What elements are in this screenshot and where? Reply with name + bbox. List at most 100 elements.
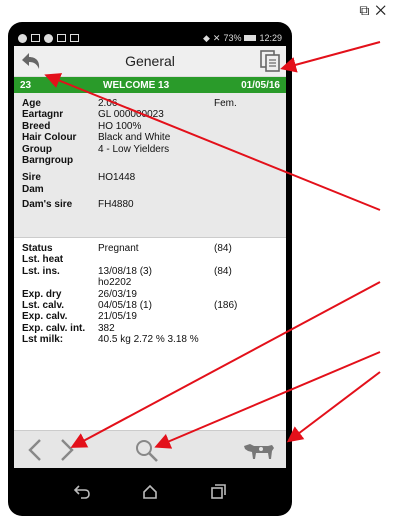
detail-row: Hair Colour Black and White bbox=[22, 132, 278, 143]
detail-label: Eartagnr bbox=[22, 109, 64, 121]
close-icon[interactable]: ✕ bbox=[375, 2, 392, 18]
status-extra bbox=[214, 334, 278, 345]
mail-icon bbox=[70, 34, 79, 42]
status-extra: (186) bbox=[214, 300, 238, 312]
detail-row: Sire HO1448 bbox=[22, 172, 278, 183]
status-extra: (84) bbox=[214, 243, 232, 254]
detail-extra: Fem. bbox=[214, 98, 237, 109]
status-extra bbox=[214, 289, 278, 300]
status-row: Lst. calv. 04/05/18 (1) (186) bbox=[22, 300, 278, 311]
animal-summary-bar: 23 WELCOME 13 01/05/16 bbox=[14, 77, 286, 93]
detail-label: Dam's sire bbox=[22, 199, 73, 211]
status-row: ho2202 bbox=[22, 277, 278, 288]
detail-extra bbox=[214, 144, 278, 155]
copy-document-icon[interactable] bbox=[258, 49, 282, 73]
status-value: Pregnant bbox=[98, 243, 139, 254]
detail-extra bbox=[214, 121, 278, 132]
status-row: Exp. dry 26/03/19 bbox=[22, 289, 278, 300]
detail-value: Black and White bbox=[98, 132, 171, 144]
status-value: 26/03/19 bbox=[98, 288, 137, 300]
detail-label: Group bbox=[22, 143, 52, 155]
signal-text: ✕ bbox=[212, 32, 221, 43]
notification-icon bbox=[31, 34, 40, 42]
detail-value: GL 000000023 bbox=[98, 109, 164, 121]
status-value: ho2202 bbox=[98, 277, 132, 289]
detail-extra bbox=[214, 155, 278, 166]
status-value bbox=[98, 254, 214, 265]
clock: 12:29 bbox=[259, 33, 282, 43]
status-label: Lst milk: bbox=[22, 334, 64, 346]
detail-extra bbox=[214, 109, 278, 120]
status-bar: ◆ ✕ 73% 12:29 bbox=[14, 30, 286, 46]
detail-row: Eartagnr GL 000000023 bbox=[22, 109, 278, 120]
detail-value: HO1448 bbox=[98, 172, 136, 184]
arrow-to-cow-icon bbox=[286, 371, 381, 443]
search-icon[interactable] bbox=[134, 438, 160, 464]
detail-extra bbox=[214, 132, 278, 143]
detail-row: Dam bbox=[22, 184, 278, 195]
battery-icon bbox=[244, 35, 257, 41]
status-value: 13/08/18 (3) bbox=[98, 265, 152, 277]
status-section: Status Pregnant (84) Lst. heat Lst. ins. 13… bbox=[14, 237, 286, 361]
wifi-icon: ◆ bbox=[202, 32, 210, 43]
detail-label: Barngroup bbox=[22, 155, 74, 167]
battery-percent: 73% bbox=[223, 33, 242, 43]
status-label: Lst. ins. bbox=[22, 265, 60, 277]
detail-row: Age 2.06 Fem. bbox=[22, 98, 278, 109]
notification-icon bbox=[18, 33, 27, 43]
chevron-right-icon[interactable] bbox=[58, 437, 76, 463]
bottom-toolbar bbox=[14, 430, 286, 468]
detail-value: 2.06 bbox=[98, 98, 118, 109]
status-label: Exp. calv. int. bbox=[22, 322, 86, 334]
detail-extra bbox=[214, 184, 278, 195]
animal-name: WELCOME 13 bbox=[103, 79, 170, 91]
home-icon[interactable] bbox=[140, 482, 160, 502]
system-back-icon[interactable] bbox=[72, 482, 92, 502]
status-row: Lst. heat bbox=[22, 254, 278, 265]
back-arrow-icon[interactable] bbox=[18, 49, 44, 73]
status-row: Exp. calv. int. 382 bbox=[22, 323, 278, 334]
detail-row: Barngroup bbox=[22, 155, 278, 166]
recents-icon[interactable] bbox=[208, 482, 228, 502]
status-label: Status bbox=[22, 243, 53, 254]
status-label: Exp. calv. bbox=[22, 311, 68, 323]
detail-value bbox=[98, 155, 214, 166]
status-row: Status Pregnant (84) bbox=[22, 243, 278, 254]
detail-label: Age bbox=[22, 98, 41, 109]
status-label: Exp. dry bbox=[22, 288, 62, 300]
detail-value: FH4880 bbox=[98, 199, 134, 211]
cow-icon[interactable] bbox=[242, 440, 276, 462]
title-bar: General bbox=[14, 46, 286, 77]
status-row: Exp. calv. 21/05/19 bbox=[22, 311, 278, 322]
window-controls: ⧉✕ bbox=[359, 2, 392, 19]
detail-extra bbox=[214, 199, 278, 210]
app-screen: ◆ ✕ 73% 12:29 General 23 WELCOME 13 01/0… bbox=[14, 30, 286, 468]
status-value: 382 bbox=[98, 322, 115, 334]
status-label: Lst. heat bbox=[22, 254, 64, 266]
chevron-left-icon[interactable] bbox=[26, 437, 44, 463]
detail-value: 4 - Low Yielders bbox=[98, 143, 170, 155]
status-value: 40.5 kg 2.72 % 3.18 % bbox=[98, 334, 199, 346]
status-extra bbox=[214, 311, 278, 322]
status-extra bbox=[214, 254, 278, 265]
status-row: Lst milk: 40.5 kg 2.72 % 3.18 % bbox=[22, 334, 278, 345]
resize-icon[interactable]: ⧉ bbox=[359, 2, 375, 18]
notification-icon bbox=[44, 33, 53, 43]
detail-label: Hair Colour bbox=[22, 132, 77, 144]
detail-value bbox=[98, 184, 214, 195]
status-label: Lst. calv. bbox=[22, 300, 65, 312]
animal-id: 23 bbox=[20, 79, 32, 91]
details-section: Age 2.06 Fem. Eartagnr GL 000000023 Breed HO… bbox=[14, 93, 286, 237]
detail-row: Group 4 - Low Yielders bbox=[22, 144, 278, 155]
page-title: General bbox=[125, 53, 175, 69]
arrow-to-copy-icon bbox=[280, 41, 381, 73]
detail-label: Dam bbox=[22, 183, 44, 195]
detail-value: HO 100% bbox=[98, 120, 142, 132]
status-extra: (84) bbox=[214, 265, 232, 277]
detail-extra bbox=[214, 172, 278, 183]
system-nav-bar bbox=[14, 474, 286, 510]
status-value: 21/05/19 bbox=[98, 311, 137, 323]
detail-label: Sire bbox=[22, 172, 41, 184]
summary-date: 01/05/16 bbox=[241, 79, 280, 91]
status-extra bbox=[214, 323, 278, 334]
